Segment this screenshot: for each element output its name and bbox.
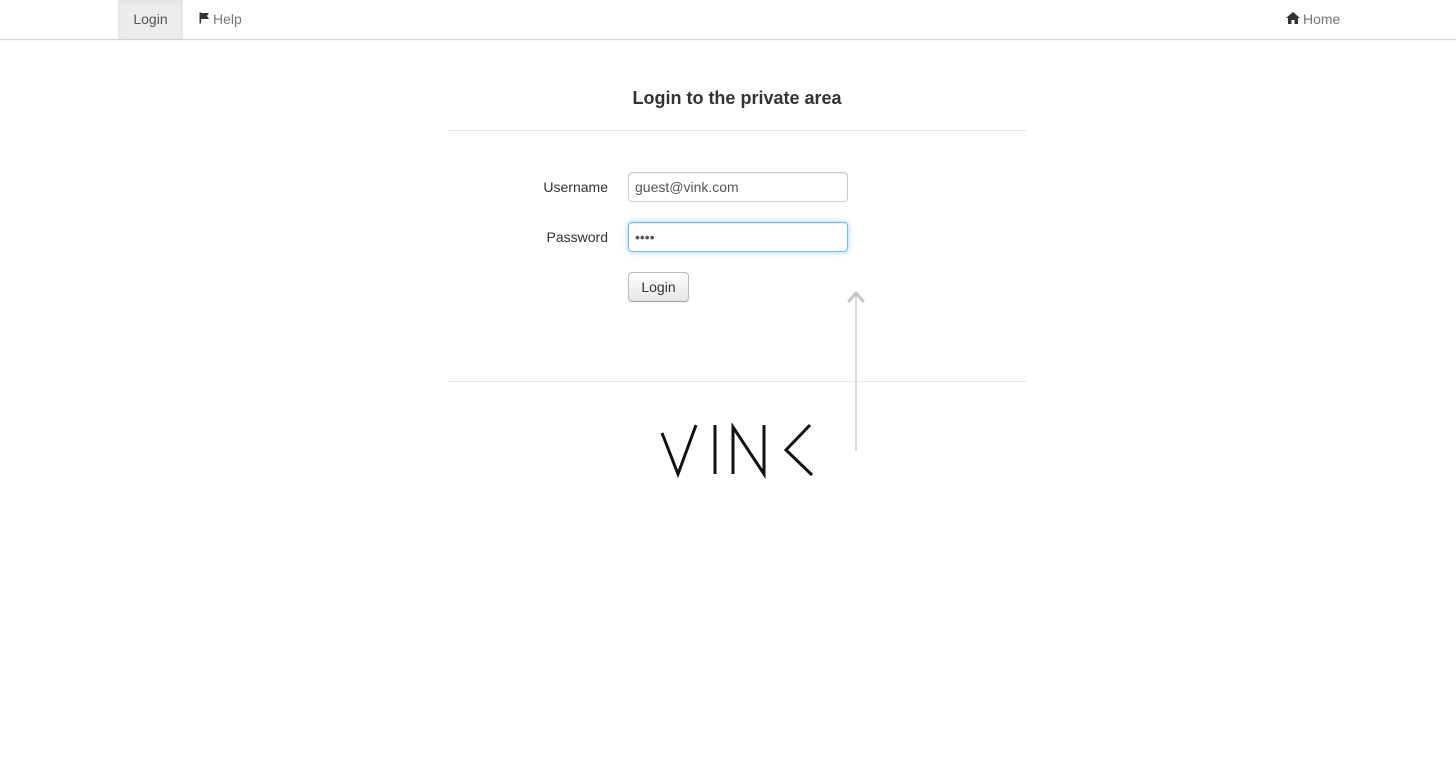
username-label: Username bbox=[543, 179, 608, 195]
title-divider bbox=[448, 130, 1026, 131]
top-navbar: Login Help Home bbox=[0, 0, 1456, 40]
password-label: Password bbox=[546, 229, 608, 245]
scroll-up-arrow-icon bbox=[847, 291, 865, 451]
home-icon bbox=[1286, 0, 1300, 39]
vink-logo bbox=[660, 423, 814, 479]
page-title: Login to the private area bbox=[632, 88, 842, 108]
nav-login-label: Login bbox=[133, 11, 168, 27]
footer-divider bbox=[448, 381, 1026, 382]
password-input[interactable] bbox=[628, 222, 848, 252]
nav-login-tab[interactable]: Login bbox=[118, 0, 183, 39]
nav-help-label: Help bbox=[213, 11, 242, 27]
login-button[interactable]: Login bbox=[628, 272, 689, 302]
nav-home-link[interactable]: Home bbox=[1286, 0, 1340, 39]
nav-home-label: Home bbox=[1303, 11, 1341, 27]
username-input[interactable] bbox=[628, 172, 848, 202]
flag-icon bbox=[199, 0, 210, 39]
nav-help-link[interactable]: Help bbox=[199, 0, 242, 39]
